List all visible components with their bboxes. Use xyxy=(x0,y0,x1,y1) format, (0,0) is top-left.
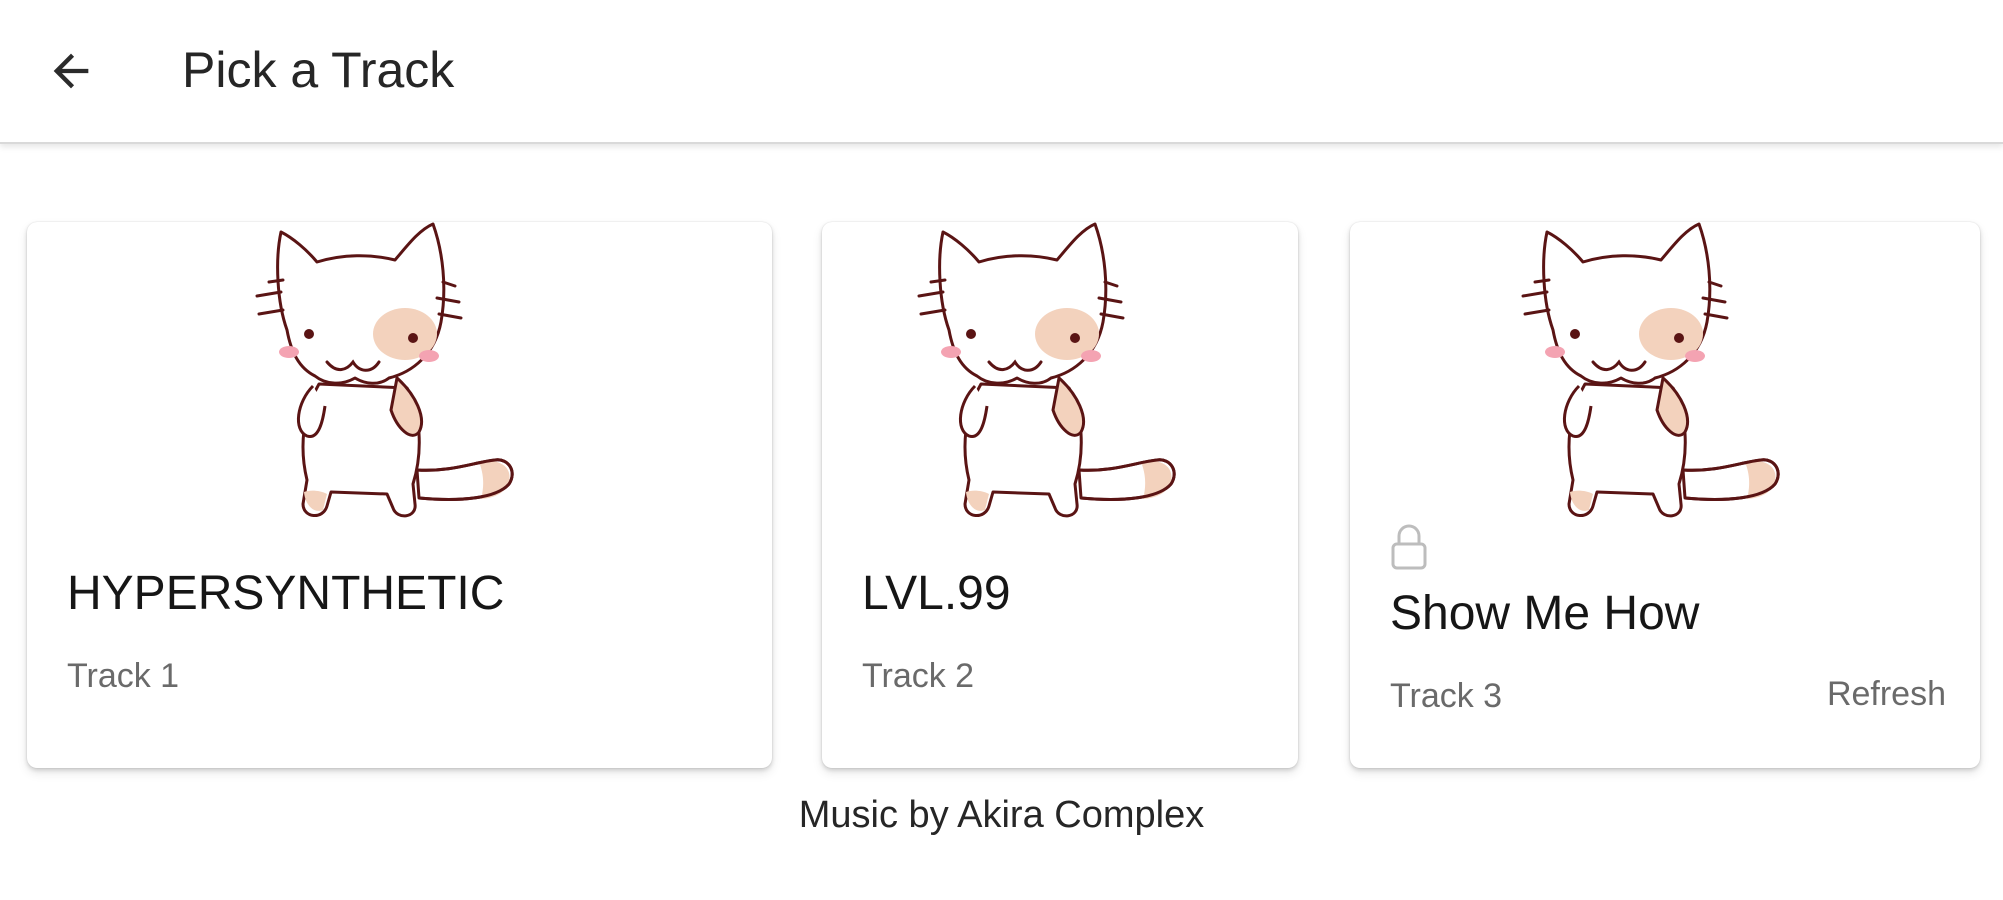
refresh-button[interactable]: Refresh xyxy=(1827,672,1946,716)
cat-illustration xyxy=(255,222,514,518)
cat-illustration xyxy=(917,222,1176,518)
track-title: Show Me How xyxy=(1390,587,1700,640)
track-number: Track 2 xyxy=(862,657,975,695)
app-bar: Pick a Track xyxy=(0,0,2003,144)
cat-illustration xyxy=(1521,222,1780,518)
arrow-left-icon xyxy=(53,53,89,89)
track-number: Track 3 xyxy=(1390,677,1503,715)
track-card-1[interactable]: HYPERSYNTHETIC Track 1 xyxy=(27,222,772,768)
track-card-3[interactable]: Show Me How Track 3 Refresh xyxy=(1350,222,1980,768)
track-card-2[interactable]: LVL.99 Track 2 xyxy=(822,222,1298,768)
lock-icon xyxy=(1391,524,1427,570)
back-button[interactable] xyxy=(36,36,106,106)
music-credits: Music by Akira Complex xyxy=(798,794,1205,836)
track-title: LVL.99 xyxy=(862,567,1011,620)
page-title: Pick a Track xyxy=(182,42,455,98)
track-title: HYPERSYNTHETIC xyxy=(67,567,505,620)
track-number: Track 1 xyxy=(67,657,180,695)
